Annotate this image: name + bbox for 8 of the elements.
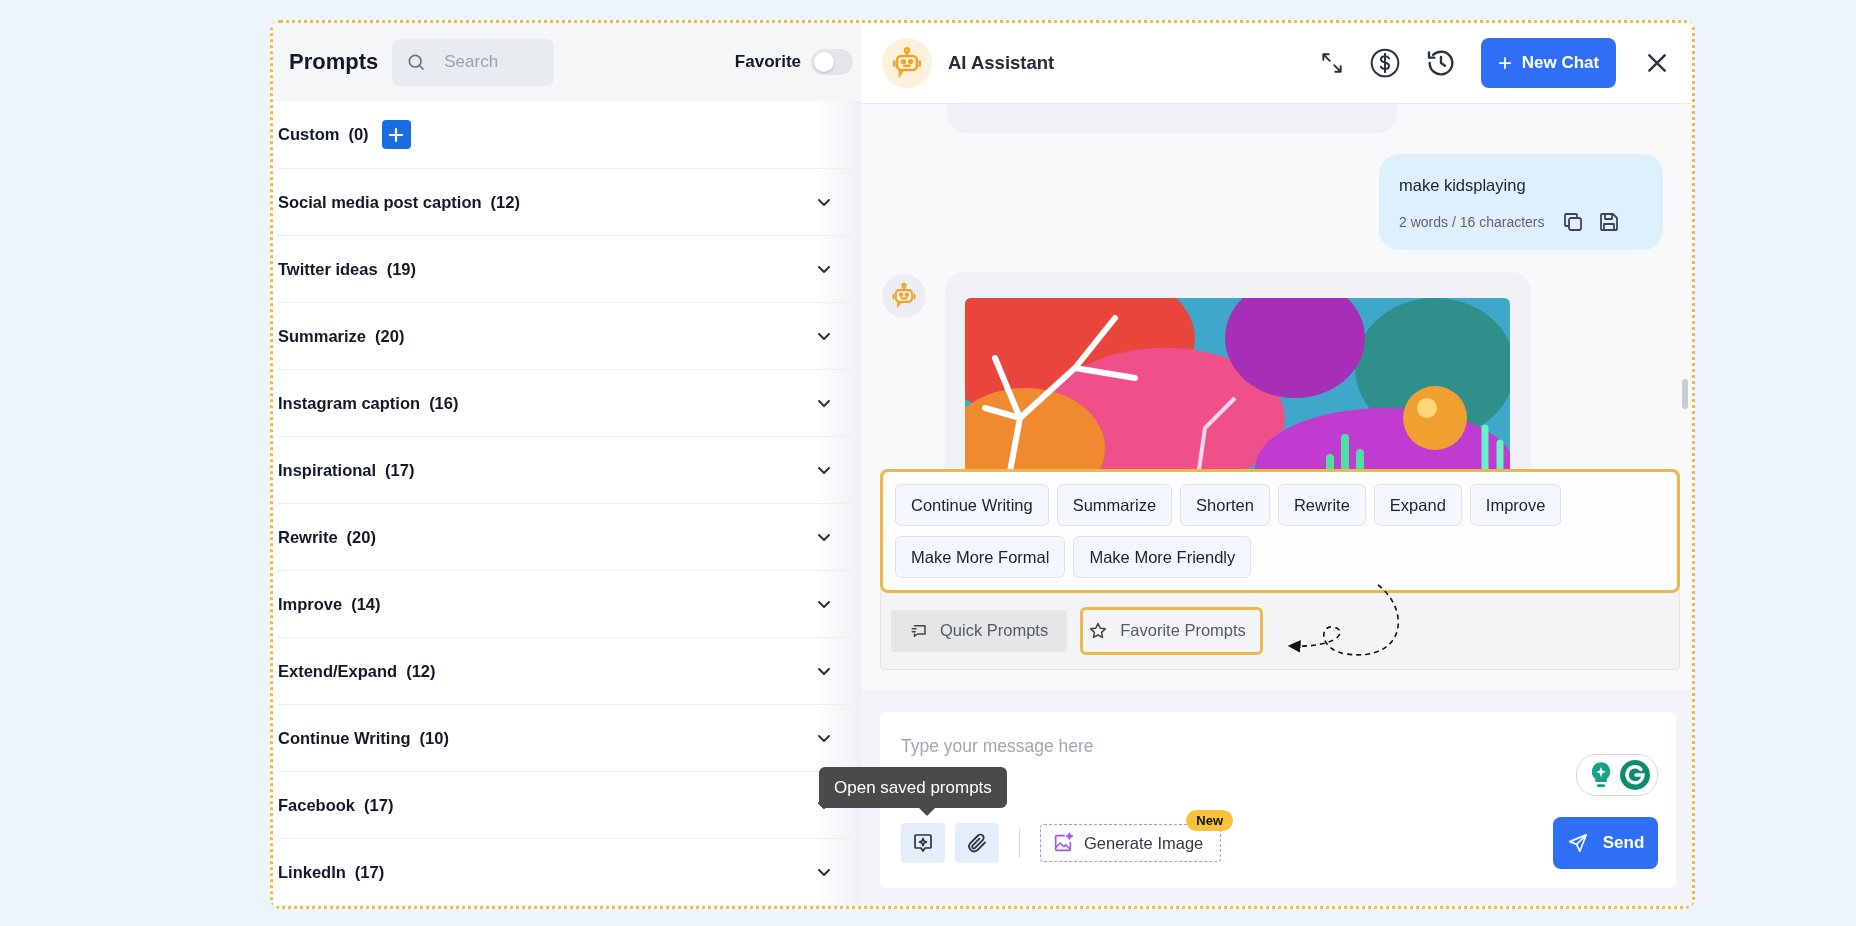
- category-label: Custom: [278, 125, 340, 144]
- category-count: (0): [348, 125, 369, 144]
- message-text: make kidsplaying: [1399, 176, 1527, 195]
- panel-title: Prompts: [289, 49, 379, 75]
- favorite-label: Favorite: [734, 52, 801, 72]
- chat-title: AI Assistant: [948, 52, 1055, 74]
- message-stats: 2 words / 16 characters: [1399, 214, 1545, 230]
- new-badge: New: [1186, 810, 1233, 831]
